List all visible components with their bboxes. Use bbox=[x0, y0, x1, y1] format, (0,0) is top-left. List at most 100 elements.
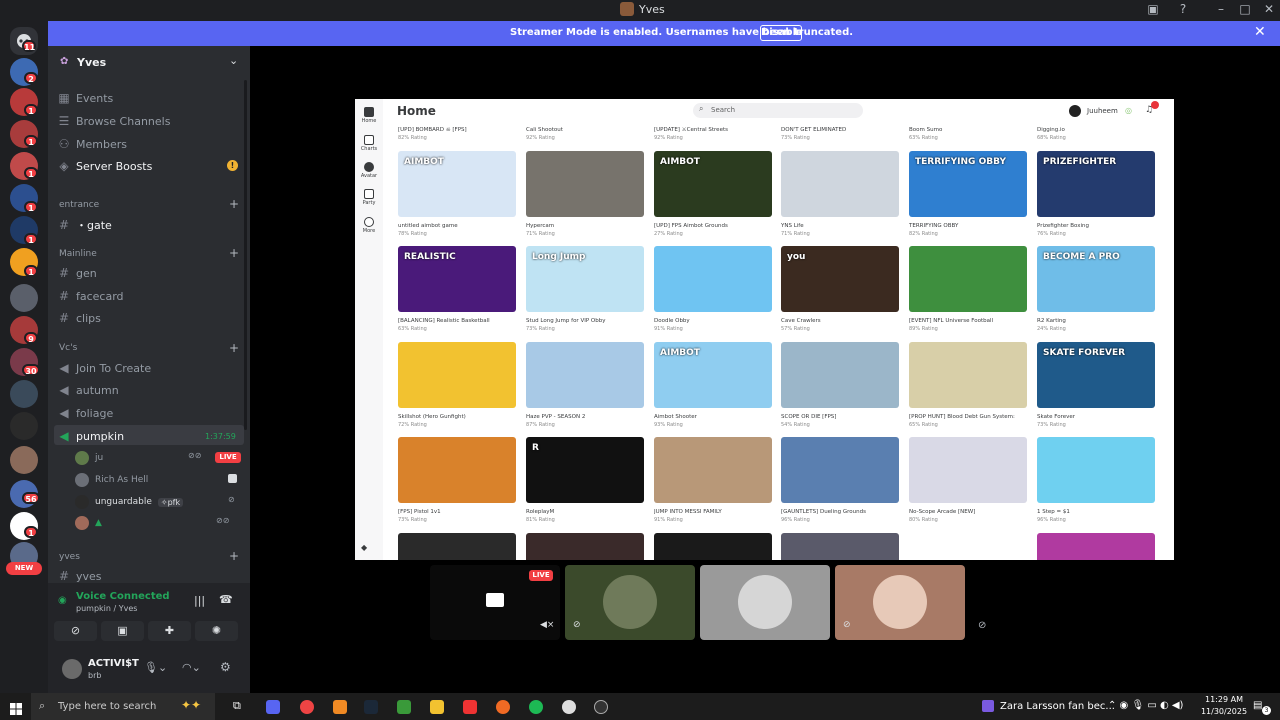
roblox-nav-avatar[interactable]: Avatar bbox=[357, 162, 381, 179]
browse-channels-item[interactable]: ☰ Browse Channels bbox=[58, 114, 171, 128]
game-tile[interactable]: AIMBOT [UPD] FPS Aimbot Grounds 27% Rating bbox=[654, 151, 772, 237]
clock-date[interactable]: 11/30/2025 bbox=[1200, 707, 1248, 716]
server-header[interactable]: ✿ Yves ⌄ bbox=[48, 46, 250, 78]
screen-share-tile[interactable]: LIVE ◀× bbox=[430, 565, 560, 640]
participant-tile[interactable]: ⊘ bbox=[835, 565, 965, 640]
create-channel-icon[interactable]: + bbox=[229, 341, 239, 355]
robux-icon[interactable]: ◎ bbox=[1125, 106, 1132, 115]
game-tile[interactable]: REALISTIC [BALANCING] Realistic Basketbal… bbox=[398, 246, 516, 332]
voice-channel-path[interactable]: pumpkin / Yves bbox=[76, 604, 137, 613]
mute-stream-icon[interactable]: ◀× bbox=[540, 620, 554, 630]
game-thumbnail[interactable] bbox=[398, 342, 516, 408]
participant-tile[interactable] bbox=[700, 565, 830, 640]
screen-share-button[interactable]: ▣ bbox=[101, 621, 144, 641]
avatar[interactable] bbox=[1069, 105, 1081, 117]
category-entrance[interactable]: entrance bbox=[59, 200, 99, 210]
headphones-icon[interactable]: ◠⌄ bbox=[182, 661, 201, 674]
game-thumbnail[interactable] bbox=[526, 533, 644, 560]
category-yves[interactable]: yves bbox=[59, 552, 80, 562]
game-tile[interactable]: Boom Sumo 63% Rating bbox=[909, 127, 1027, 141]
settings-gear-icon[interactable]: ⚙ bbox=[220, 660, 231, 674]
scrollbar[interactable] bbox=[244, 80, 247, 430]
roblox-nav-party[interactable]: Party bbox=[357, 189, 381, 206]
close-banner-icon[interactable]: ✕ bbox=[1254, 24, 1266, 40]
game-thumbnail[interactable]: Long Jump bbox=[526, 246, 644, 312]
discord-taskbar-icon[interactable] bbox=[266, 700, 280, 714]
roblox-nav-charts[interactable]: Charts bbox=[357, 135, 381, 152]
voice-channel-autumn[interactable]: ◀ autumn bbox=[58, 383, 118, 397]
server-icon[interactable] bbox=[10, 412, 38, 440]
game-thumbnail[interactable]: AIMBOT bbox=[398, 151, 516, 217]
game-tile[interactable]: BECOME A PRO R2 Karting 24% Rating bbox=[1037, 246, 1155, 332]
microphone-icon[interactable]: 🎙︎⌄ bbox=[144, 661, 167, 674]
game-thumbnail[interactable] bbox=[654, 246, 772, 312]
spotify-icon[interactable] bbox=[529, 700, 543, 714]
chrome-taskbar-icon[interactable] bbox=[300, 700, 314, 714]
voice-status[interactable]: Voice Connected bbox=[76, 591, 170, 602]
clock-time[interactable]: 11:29 AM bbox=[1203, 695, 1245, 704]
members-item[interactable]: ⚇ Members bbox=[58, 137, 127, 151]
game-tile[interactable]: Hypercam 71% Rating bbox=[526, 151, 644, 237]
game-thumbnail[interactable] bbox=[781, 437, 899, 503]
file-explorer-icon[interactable] bbox=[430, 700, 444, 714]
game-tile[interactable]: YNS Life 71% Rating bbox=[781, 151, 899, 237]
game-tile[interactable]: [GAUNTLETS] Dueling Grounds 96% Rating bbox=[781, 437, 899, 523]
game-thumbnail[interactable] bbox=[781, 342, 899, 408]
game-thumbnail[interactable]: AIMBOT bbox=[654, 342, 772, 408]
game-tile[interactable]: R RoleplayM 81% Rating bbox=[526, 437, 644, 523]
category-vcs[interactable]: Vc's bbox=[59, 343, 77, 353]
game-tile[interactable]: [FPS] Pistol 1v1 73% Rating bbox=[398, 437, 516, 523]
game-thumbnail[interactable]: R bbox=[526, 437, 644, 503]
game-thumbnail[interactable]: REALISTIC bbox=[398, 246, 516, 312]
taskbar-search-input[interactable]: ⌕ Type here to search ✦✦ bbox=[31, 693, 215, 720]
game-thumbnail[interactable]: TERRIFYING OBBY bbox=[909, 151, 1027, 217]
create-channel-icon[interactable]: + bbox=[229, 246, 239, 260]
app-taskbar-icon[interactable] bbox=[463, 700, 477, 714]
server-icon[interactable] bbox=[10, 446, 38, 474]
voice-user[interactable]: ju bbox=[75, 451, 103, 465]
participant-tile[interactable]: ⊘ bbox=[565, 565, 695, 640]
app-taskbar-icon[interactable] bbox=[594, 700, 608, 714]
create-channel-icon[interactable]: + bbox=[229, 197, 239, 211]
game-thumbnail[interactable] bbox=[909, 533, 1027, 560]
roblox-search-input[interactable]: ⌕ Search bbox=[693, 103, 863, 118]
game-thumbnail[interactable] bbox=[526, 151, 644, 217]
game-tile[interactable]: Skillshot (Hero Gunfight) 72% Rating bbox=[398, 342, 516, 428]
game-thumbnail[interactable]: you bbox=[781, 246, 899, 312]
game-thumbnail[interactable] bbox=[526, 342, 644, 408]
game-thumbnail[interactable] bbox=[781, 533, 899, 560]
roblox-nav-home[interactable]: Home bbox=[357, 107, 381, 124]
voice-channel-join[interactable]: ◀ Join To Create bbox=[58, 361, 151, 375]
game-thumbnail[interactable]: BECOME A PRO bbox=[1037, 246, 1155, 312]
soundboard-button[interactable]: ✺ bbox=[195, 621, 238, 641]
game-tile[interactable]: 1 Step = $1 96% Rating bbox=[1037, 437, 1155, 523]
game-thumbnail[interactable] bbox=[1037, 533, 1155, 560]
voice-channel-pumpkin[interactable]: ◀ pumpkin bbox=[58, 429, 124, 443]
game-thumbnail[interactable]: AIMBOT bbox=[654, 151, 772, 217]
channel-yves[interactable]: # yves bbox=[58, 569, 102, 583]
avatar[interactable] bbox=[62, 659, 82, 679]
roblox-username[interactable]: Juuheem bbox=[1087, 107, 1118, 115]
game-tile[interactable]: Doodle Obby 91% Rating bbox=[654, 246, 772, 332]
category-mainline[interactable]: Mainline bbox=[59, 249, 97, 259]
channel-gen[interactable]: # gen bbox=[58, 266, 97, 280]
game-tile[interactable]: No-Scope Arcade [NEW] 80% Rating bbox=[909, 437, 1027, 523]
game-thumbnail[interactable] bbox=[654, 437, 772, 503]
disable-streamer-mode-button[interactable]: Disable bbox=[760, 25, 803, 41]
voice-user[interactable]: unguardable ✧pfk bbox=[75, 495, 184, 509]
channel-gate[interactable]: # ・gate bbox=[58, 217, 112, 233]
game-tile[interactable]: [EVENT] NFL Universe Football 89% Rating bbox=[909, 246, 1027, 332]
game-tile[interactable]: JUMP INTO MESSI FAMILY 91% Rating bbox=[654, 437, 772, 523]
game-tile[interactable]: [UPD] BOMBARD ☠ [FPS] 82% Rating bbox=[398, 127, 516, 141]
server-boosts-item[interactable]: ◈ Server Boosts bbox=[58, 159, 152, 173]
inbox-icon[interactable]: ▣ bbox=[1144, 2, 1162, 16]
noise-suppression-icon[interactable]: ||| bbox=[194, 594, 205, 607]
help-icon[interactable]: ? bbox=[1174, 2, 1192, 16]
app-taskbar-icon[interactable] bbox=[496, 700, 510, 714]
game-thumbnail[interactable]: PRIZEFIGHTER bbox=[1037, 151, 1155, 217]
voice-user[interactable]: Rich As Hell bbox=[75, 473, 148, 487]
minimize-button[interactable]: – bbox=[1212, 2, 1230, 16]
game-tile[interactable]: DON'T GET ELIMINATED 73% Rating bbox=[781, 127, 899, 141]
server-icon[interactable] bbox=[10, 284, 38, 312]
game-tile[interactable]: Digging.io 68% Rating bbox=[1037, 127, 1155, 141]
